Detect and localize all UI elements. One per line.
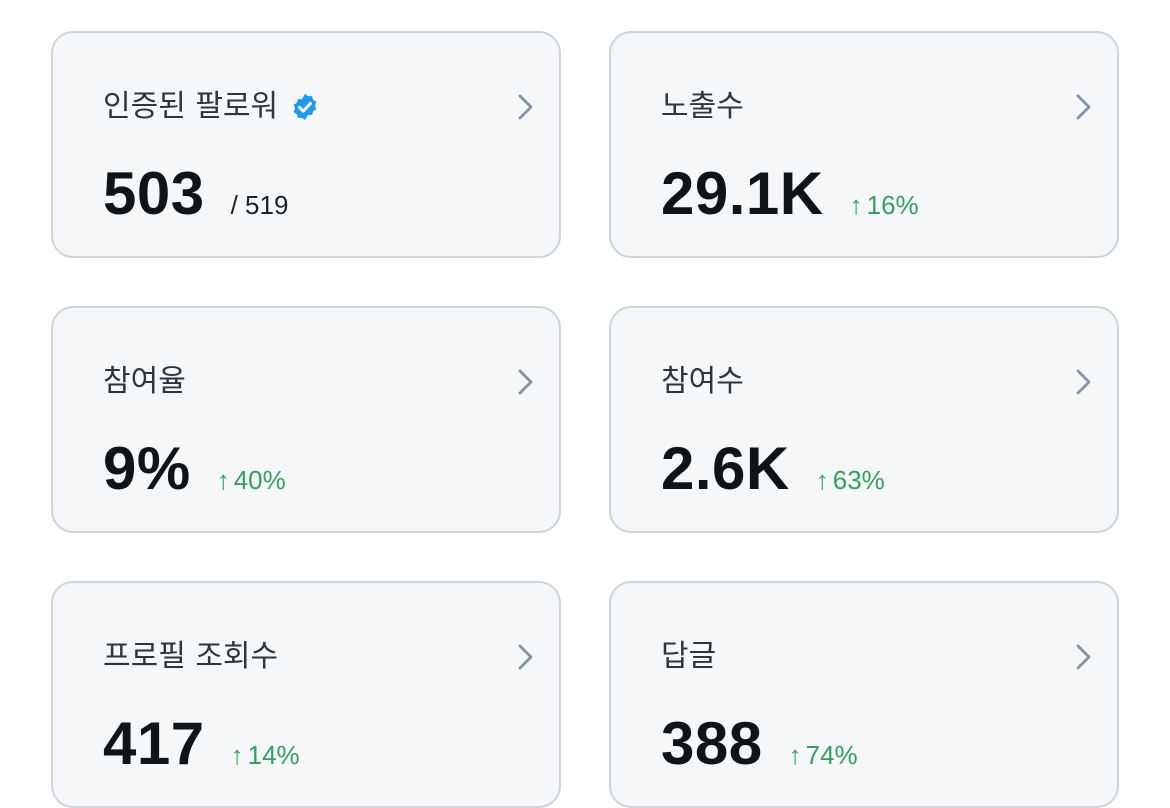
analytics-card-grid: 인증된 팔로워 503 / 519 노출수 29.1K ↑ 16% 참여율 9%… [51, 31, 1119, 808]
chevron-right-icon[interactable] [515, 366, 537, 398]
value-row: 417 ↑ 14% [103, 709, 300, 779]
chevron-right-icon[interactable] [1073, 91, 1095, 123]
card-title-row: 인증된 팔로워 [103, 87, 320, 127]
chevron-right-icon[interactable] [1073, 641, 1095, 673]
change-indicator: ↑ 14% [231, 740, 300, 771]
impressions-card[interactable]: 노출수 29.1K ↑ 16% [609, 31, 1119, 258]
card-title: 노출수 [661, 89, 744, 124]
card-value: 2.6K [661, 435, 790, 502]
card-value: 503 [103, 160, 205, 227]
engagements-card[interactable]: 참여수 2.6K ↑ 63% [609, 306, 1119, 533]
change-percent: 63% [832, 465, 885, 495]
card-title-row: 답글 [661, 637, 716, 677]
value-row: 503 / 519 [103, 159, 288, 229]
card-value: 417 [103, 710, 205, 777]
engagement-rate-card[interactable]: 참여율 9% ↑ 40% [51, 306, 561, 533]
card-title-row: 노출수 [661, 87, 744, 127]
card-title: 프로필 조회수 [103, 639, 279, 674]
arrow-up-icon: ↑ [230, 740, 244, 770]
value-row: 388 ↑ 74% [661, 709, 858, 779]
card-title: 인증된 팔로워 [103, 89, 279, 124]
arrow-up-icon: ↑ [216, 465, 230, 495]
card-value: 29.1K [661, 160, 824, 227]
value-row: 2.6K ↑ 63% [661, 434, 885, 504]
change-indicator: ↑ 40% [217, 465, 286, 496]
change-percent: 14% [247, 740, 300, 770]
verified-followers-card[interactable]: 인증된 팔로워 503 / 519 [51, 31, 561, 258]
change-indicator: ↑ 74% [789, 740, 858, 771]
card-title: 참여율 [103, 364, 186, 399]
card-title-row: 프로필 조회수 [103, 637, 278, 677]
chevron-right-icon[interactable] [515, 91, 537, 123]
change-percent: 40% [233, 465, 286, 495]
card-value: 9% [103, 435, 191, 502]
card-title-row: 참여수 [661, 362, 744, 402]
change-indicator: ↑ 16% [850, 190, 919, 221]
chevron-right-icon[interactable] [515, 641, 537, 673]
replies-card[interactable]: 답글 388 ↑ 74% [609, 581, 1119, 808]
card-title: 답글 [661, 639, 717, 674]
verified-badge-icon [293, 93, 317, 121]
chevron-right-icon[interactable] [1073, 366, 1095, 398]
value-row: 9% ↑ 40% [103, 434, 286, 504]
arrow-up-icon: ↑ [788, 740, 802, 770]
profile-visits-card[interactable]: 프로필 조회수 417 ↑ 14% [51, 581, 561, 808]
card-total: / 519 [230, 190, 289, 220]
value-row: 29.1K ↑ 16% [661, 159, 919, 229]
change-percent: 16% [866, 190, 919, 220]
card-title: 참여수 [661, 364, 744, 399]
card-value: 388 [661, 710, 763, 777]
card-title-row: 참여율 [103, 362, 186, 402]
change-indicator: ↑ 63% [816, 465, 885, 496]
arrow-up-icon: ↑ [849, 190, 863, 220]
change-percent: 74% [805, 740, 858, 770]
arrow-up-icon: ↑ [815, 465, 829, 495]
